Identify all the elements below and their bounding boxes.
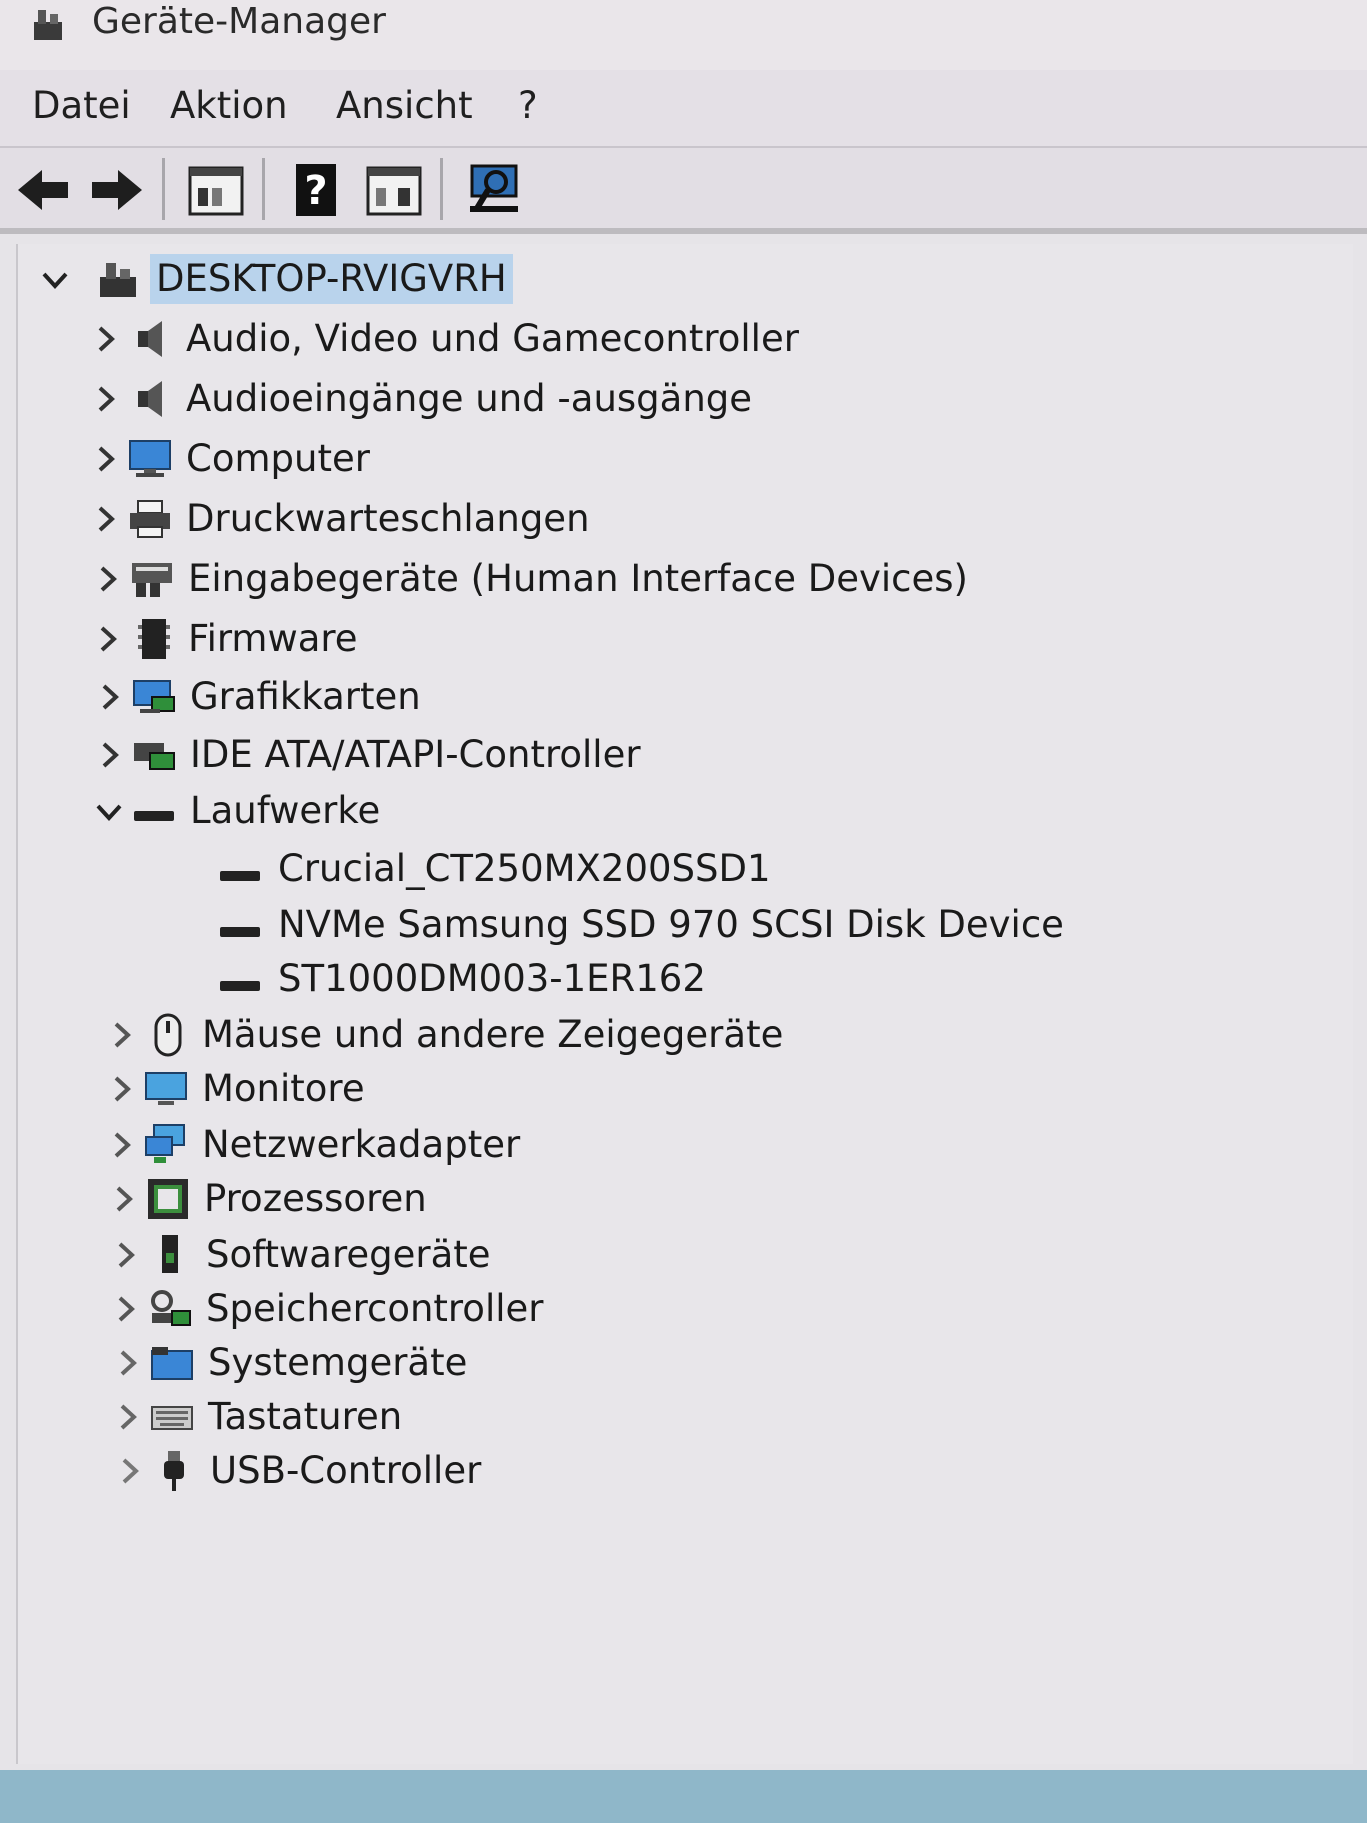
chevron-right-icon[interactable] <box>92 564 122 594</box>
tree-category-label: Eingabegeräte (Human Interface Devices) <box>188 557 968 600</box>
chevron-right-icon[interactable] <box>90 504 120 534</box>
help-icon[interactable]: ? <box>288 160 348 220</box>
chevron-right-icon[interactable] <box>92 624 122 654</box>
toolbar-separator <box>162 158 165 220</box>
display-adapter-icon <box>133 680 175 713</box>
chevron-right-icon[interactable] <box>90 384 120 414</box>
network-icon <box>145 1124 185 1163</box>
device-tree: DESKTOP-RVIGVRH Audio, Video und Gamecon… <box>16 244 1353 1764</box>
chevron-right-icon[interactable] <box>106 1074 136 1104</box>
tree-category-label: Grafikkarten <box>190 675 421 718</box>
chevron-right-icon[interactable] <box>108 1184 138 1214</box>
toolbar-separator <box>440 158 443 220</box>
toolbar: ? <box>0 148 1367 234</box>
tree-category-label: Audioeingänge und -ausgänge <box>186 377 753 420</box>
chevron-right-icon[interactable] <box>94 740 124 770</box>
toolbar-separator <box>262 158 265 220</box>
processor-icon <box>148 1179 188 1219</box>
drive-icon <box>220 981 260 991</box>
chevron-right-icon[interactable] <box>110 1240 140 1270</box>
chevron-right-icon[interactable] <box>112 1402 142 1432</box>
monitor-icon <box>145 1072 187 1105</box>
tree-category-label: IDE ATA/ATAPI-Controller <box>190 733 641 776</box>
tree-category-label: Systemgeräte <box>208 1341 468 1384</box>
update-view-icon[interactable] <box>364 160 424 220</box>
keyboard-icon <box>151 1406 193 1430</box>
device-manager-window: Geräte-Manager Datei Aktion Ansicht ? ? <box>0 0 1367 1823</box>
back-arrow-icon[interactable] <box>14 160 74 220</box>
svg-text:?: ? <box>304 168 327 214</box>
chevron-right-icon[interactable] <box>106 1020 136 1050</box>
monitor-icon <box>129 440 171 477</box>
folder-icon <box>151 1347 193 1380</box>
tree-category-label: Laufwerke <box>190 789 381 832</box>
properties-view-icon[interactable] <box>186 160 246 220</box>
forward-arrow-icon[interactable] <box>86 160 146 220</box>
speaker-icon <box>138 321 162 357</box>
tree-category-label: Audio, Video und Gamecontroller <box>186 317 799 360</box>
menu-datei[interactable]: Datei <box>32 84 131 128</box>
window-title: Geräte-Manager <box>92 1 386 42</box>
tree-device-label: ST1000DM003-1ER162 <box>278 957 706 1000</box>
chevron-right-icon[interactable] <box>114 1456 144 1486</box>
tree-category-label: USB-Controller <box>210 1449 482 1492</box>
tree-category-label: Mäuse und andere Zeigegeräte <box>202 1013 784 1056</box>
menu-aktion[interactable]: Aktion <box>170 84 288 128</box>
chevron-down-icon[interactable] <box>94 796 124 826</box>
tree-category-label: Druckwarteschlangen <box>186 497 590 540</box>
computer-root-icon <box>100 263 136 297</box>
drive-icon <box>220 927 260 937</box>
chevron-down-icon[interactable] <box>40 264 70 294</box>
tree-category-label: Monitore <box>202 1067 365 1110</box>
tree-root-label: DESKTOP-RVIGVRH <box>150 254 513 304</box>
chevron-right-icon[interactable] <box>112 1348 142 1378</box>
tree-category-label: Tastaturen <box>208 1395 403 1438</box>
device-manager-app-icon <box>34 10 62 40</box>
tree-category-label: Prozessoren <box>204 1177 427 1220</box>
speaker-icon <box>138 381 162 417</box>
printer-icon <box>130 500 170 538</box>
chip-icon <box>138 619 170 659</box>
scan-hardware-icon[interactable] <box>466 160 526 220</box>
tree-category-label: Speichercontroller <box>206 1287 544 1330</box>
tree-category-label: Computer <box>186 437 370 480</box>
chevron-right-icon[interactable] <box>90 444 120 474</box>
usb-icon <box>164 1451 184 1491</box>
menu-ansicht[interactable]: Ansicht <box>336 84 473 128</box>
tree-device-label: NVMe Samsung SSD 970 SCSI Disk Device <box>278 903 1064 946</box>
tree-device-label: Crucial_CT250MX200SSD1 <box>278 847 771 890</box>
ide-controller-icon <box>134 743 175 770</box>
storage-controller-icon <box>151 1290 191 1326</box>
chevron-right-icon[interactable] <box>110 1294 140 1324</box>
tree-category-label: Firmware <box>188 617 358 660</box>
taskbar-edge <box>0 1770 1367 1823</box>
drive-icon <box>220 871 260 881</box>
chevron-right-icon[interactable] <box>94 682 124 712</box>
menu-bar: Datei Aktion Ansicht ? <box>0 70 1367 148</box>
tree-category-label: Softwaregeräte <box>206 1233 491 1276</box>
drive-icon <box>134 811 174 821</box>
title-bar[interactable]: Geräte-Manager <box>0 0 1367 70</box>
software-device-icon <box>162 1235 178 1273</box>
chevron-right-icon[interactable] <box>106 1130 136 1160</box>
menu-help[interactable]: ? <box>518 84 538 128</box>
chevron-right-icon[interactable] <box>90 324 120 354</box>
tree-category-label: Netzwerkadapter <box>202 1123 521 1166</box>
mouse-icon <box>154 1013 182 1057</box>
hid-icon <box>132 563 172 597</box>
